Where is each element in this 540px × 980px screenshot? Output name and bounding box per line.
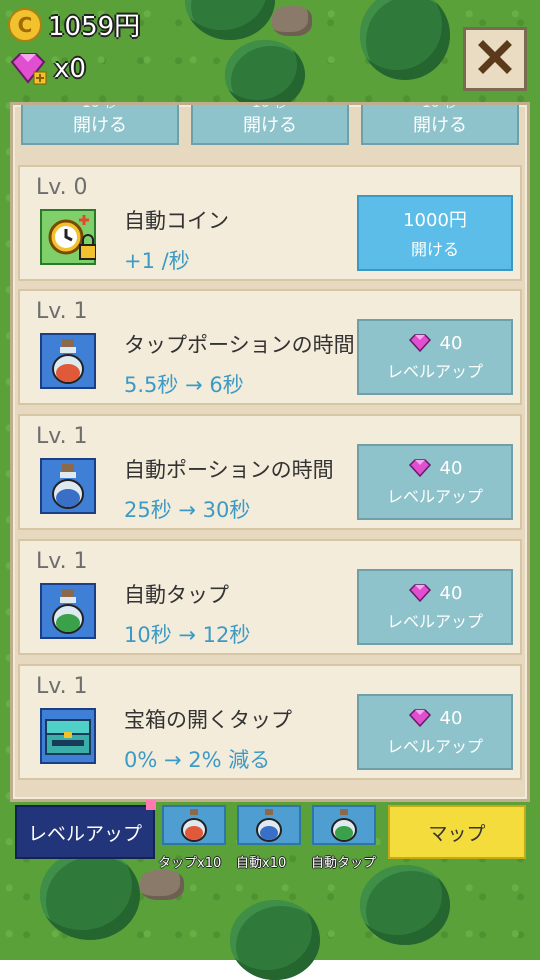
- green-potion-icon: [331, 809, 357, 842]
- potion-label: タップx10: [158, 856, 222, 871]
- upgrade-value: 0% → 2% 減る: [124, 748, 271, 772]
- map-button[interactable]: マップ: [388, 805, 526, 859]
- button-label: レベルアップ: [386, 611, 483, 631]
- open-chest-button-1[interactable]: 10 秒 開ける: [21, 102, 179, 145]
- upgrade-value: +1 /秒: [124, 249, 190, 273]
- button-label: レベルアップ: [386, 486, 483, 506]
- map-button-label: マップ: [428, 822, 486, 845]
- gem-amount: x0: [54, 54, 86, 84]
- gem-icon: [408, 459, 431, 477]
- gem-plus-icon[interactable]: [8, 52, 48, 86]
- upgrade-value: 10秒 → 12秒: [124, 623, 251, 647]
- open-upgrade-button[interactable]: 1000円 開ける: [357, 195, 513, 271]
- upgrade-level: Lv. 1: [36, 674, 88, 699]
- upgrade-title: 自動コイン: [124, 209, 229, 233]
- tree: [40, 850, 140, 940]
- gem-cost: 40: [439, 457, 463, 479]
- level-up-tab-label: レベルアップ: [27, 822, 142, 845]
- upgrade-card-chest-tap: Lv. 1 宝箱の開くタップ 0% → 2% 減る 40 レベルアップ: [18, 664, 522, 780]
- tree: [225, 40, 305, 110]
- upgrade-level: Lv. 1: [36, 549, 88, 574]
- upgrade-level: Lv. 0: [36, 175, 88, 200]
- button-label: レベルアップ: [386, 361, 483, 381]
- level-up-button[interactable]: 40 レベルアップ: [357, 444, 513, 520]
- gem-cost: 40: [439, 582, 463, 604]
- coin-icon: C: [8, 7, 42, 42]
- open-chest-label: 開ける: [243, 115, 297, 136]
- button-label: レベルアップ: [386, 736, 483, 756]
- upgrade-value: 25秒 → 30秒: [124, 498, 251, 522]
- open-chest-subtext: 10 秒: [421, 102, 459, 111]
- upgrade-card-auto-potion-time: Lv. 1 自動ポーションの時間 25秒 → 30秒 40 レベルアップ: [18, 414, 522, 530]
- close-icon: [477, 39, 513, 79]
- upgrade-level: Lv. 1: [36, 424, 88, 449]
- upgrade-title: 自動タップ: [124, 583, 229, 607]
- green-potion-icon: [40, 583, 96, 639]
- coin-amount: 1059円: [48, 12, 141, 42]
- rock: [272, 6, 312, 36]
- potion-label: 自動x10: [236, 856, 287, 871]
- upgrade-level: Lv. 1: [36, 299, 88, 324]
- close-button[interactable]: [463, 27, 527, 91]
- gem-counter: x0: [8, 52, 86, 86]
- tap-potion-button[interactable]: [162, 805, 226, 845]
- open-chest-subtext: 10 秒: [81, 102, 119, 111]
- upgrade-title: 自動ポーションの時間: [124, 458, 334, 482]
- red-potion-icon: [181, 809, 207, 842]
- open-chest-button-2[interactable]: 10 秒 開ける: [191, 102, 349, 145]
- upgrade-value: 5.5秒 → 6秒: [124, 373, 244, 397]
- open-chest-button-3[interactable]: 10 秒 開ける: [361, 102, 519, 145]
- coin-counter: C 1059円: [8, 6, 140, 43]
- auto-tap-potion-button[interactable]: [312, 805, 376, 845]
- upgrade-card-tap-potion-time: Lv. 1 タップポーションの時間 5.5秒 → 6秒 40 レベルアップ: [18, 289, 522, 405]
- button-label: 開ける: [410, 240, 459, 259]
- price-text: 1000円: [403, 210, 467, 231]
- level-up-button[interactable]: 40 レベルアップ: [357, 694, 513, 770]
- gem-icon: [408, 584, 431, 602]
- chest-open-row: 10 秒 開ける 10 秒 開ける 10 秒 開ける: [13, 105, 527, 151]
- upgrade-panel: 10 秒 開ける 10 秒 開ける 10 秒 開ける Lv. 0 自動コイン +…: [10, 102, 530, 802]
- auto-potion-button[interactable]: [237, 805, 301, 845]
- tree: [360, 865, 450, 945]
- notification-dot: [146, 800, 156, 810]
- level-up-tab-button[interactable]: レベルアップ: [15, 805, 155, 859]
- upgrade-title: タップポーションの時間: [124, 333, 355, 357]
- tree: [230, 900, 320, 980]
- clock-coin-icon: [40, 209, 97, 265]
- treasure-chest-icon: [40, 708, 96, 764]
- open-chest-label: 開ける: [73, 115, 127, 136]
- upgrade-title: 宝箱の開くタップ: [124, 708, 292, 732]
- potion-label: 自動タップ: [311, 856, 377, 871]
- open-chest-subtext: 10 秒: [251, 102, 289, 111]
- upgrade-card-auto-tap: Lv. 1 自動タップ 10秒 → 12秒 40 レベルアップ: [18, 539, 522, 655]
- level-up-button[interactable]: 40 レベルアップ: [357, 319, 513, 395]
- blue-potion-icon: [256, 809, 282, 842]
- rock: [140, 870, 184, 900]
- open-chest-label: 開ける: [413, 115, 467, 136]
- gem-icon: [408, 709, 431, 727]
- gem-cost: 40: [439, 332, 463, 354]
- red-potion-icon: [40, 333, 96, 389]
- gem-cost: 40: [439, 707, 463, 729]
- level-up-button[interactable]: 40 レベルアップ: [357, 569, 513, 645]
- blue-potion-icon: [40, 458, 96, 514]
- gem-icon: [408, 334, 431, 352]
- upgrade-card-auto-coin: Lv. 0 自動コイン +1 /秒 1000円 開ける: [18, 165, 522, 281]
